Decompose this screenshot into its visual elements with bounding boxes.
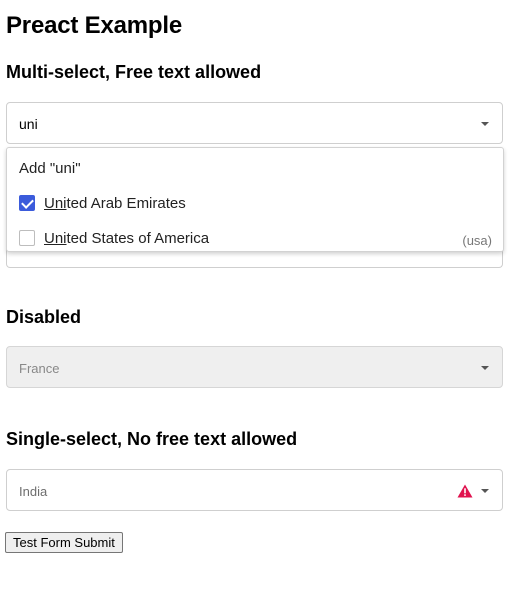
page: Preact Example Multi-select, Free text a… — [0, 0, 524, 595]
disabled-value: France — [19, 361, 60, 376]
checkbox-checked-icon[interactable] — [19, 195, 35, 211]
chevron-down-icon[interactable] — [481, 122, 489, 126]
test-form-submit-button[interactable]: Test Form Submit — [5, 532, 123, 553]
option-alias: (usa) — [462, 233, 492, 248]
checkbox-unchecked-icon[interactable] — [19, 230, 35, 246]
warning-icon — [457, 484, 473, 498]
disabled-heading: Disabled — [6, 307, 82, 327]
multi-select-heading: Multi-select, Free text allowed — [6, 62, 262, 82]
single-select-heading: Single-select, No free text allowed — [6, 429, 298, 449]
add-option-label: Add "uni" — [19, 160, 81, 177]
multi-select-combobox[interactable]: uni — [6, 102, 503, 144]
multi-select-dropdown: Add "uni" United Arab Emirates United St… — [6, 147, 504, 252]
page-title: Preact Example — [6, 12, 182, 39]
single-select-combobox[interactable]: India — [6, 469, 503, 511]
option-united-arab-emirates[interactable]: United Arab Emirates — [7, 187, 503, 221]
add-option[interactable]: Add "uni" — [7, 152, 503, 186]
single-select-placeholder[interactable]: India — [19, 483, 47, 501]
chevron-down-icon[interactable] — [481, 489, 489, 493]
multi-select-input-value[interactable]: uni — [19, 115, 38, 133]
option-label: United States of America — [44, 230, 210, 247]
option-label: United Arab Emirates — [44, 195, 186, 212]
option-united-states-of-america[interactable]: United States of America (usa) — [7, 222, 503, 256]
chevron-down-icon — [481, 366, 489, 370]
disabled-combobox: France — [6, 346, 503, 388]
